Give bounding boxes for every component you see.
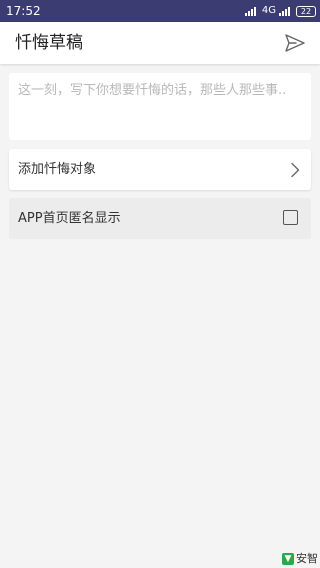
send-icon[interactable] <box>284 32 306 54</box>
page-title: 忏悔草稿 <box>15 33 83 53</box>
battery-icon: 22 <box>296 5 316 17</box>
confession-input[interactable] <box>9 73 311 140</box>
network-type: 4G <box>261 5 276 16</box>
status-bar: 17:52 4G 22 <box>0 0 320 22</box>
status-time: 17:52 <box>6 4 41 18</box>
signal-icon <box>244 7 256 16</box>
app-bar: 忏悔草稿 <box>0 22 320 64</box>
watermark-text: 安智 <box>296 552 318 565</box>
watermark: ▼ 安智 <box>282 553 318 565</box>
status-indicators: 4G 22 <box>244 4 316 18</box>
chevron-right-icon <box>291 162 300 178</box>
add-confession-target-button[interactable]: 添加忏悔对象 <box>9 149 311 190</box>
anonymous-display-checkbox[interactable] <box>283 210 298 225</box>
anonymous-display-row[interactable]: APP首页匿名显示 <box>9 198 311 239</box>
confession-card <box>9 73 311 140</box>
signal-icon-2 <box>279 7 290 16</box>
add-target-label: 添加忏悔对象 <box>18 162 97 177</box>
anonymous-display-label: APP首页匿名显示 <box>18 211 121 226</box>
anzhi-logo-icon: ▼ <box>282 553 294 565</box>
page: 17:52 4G 22 忏悔草稿 添加忏 <box>0 0 320 568</box>
